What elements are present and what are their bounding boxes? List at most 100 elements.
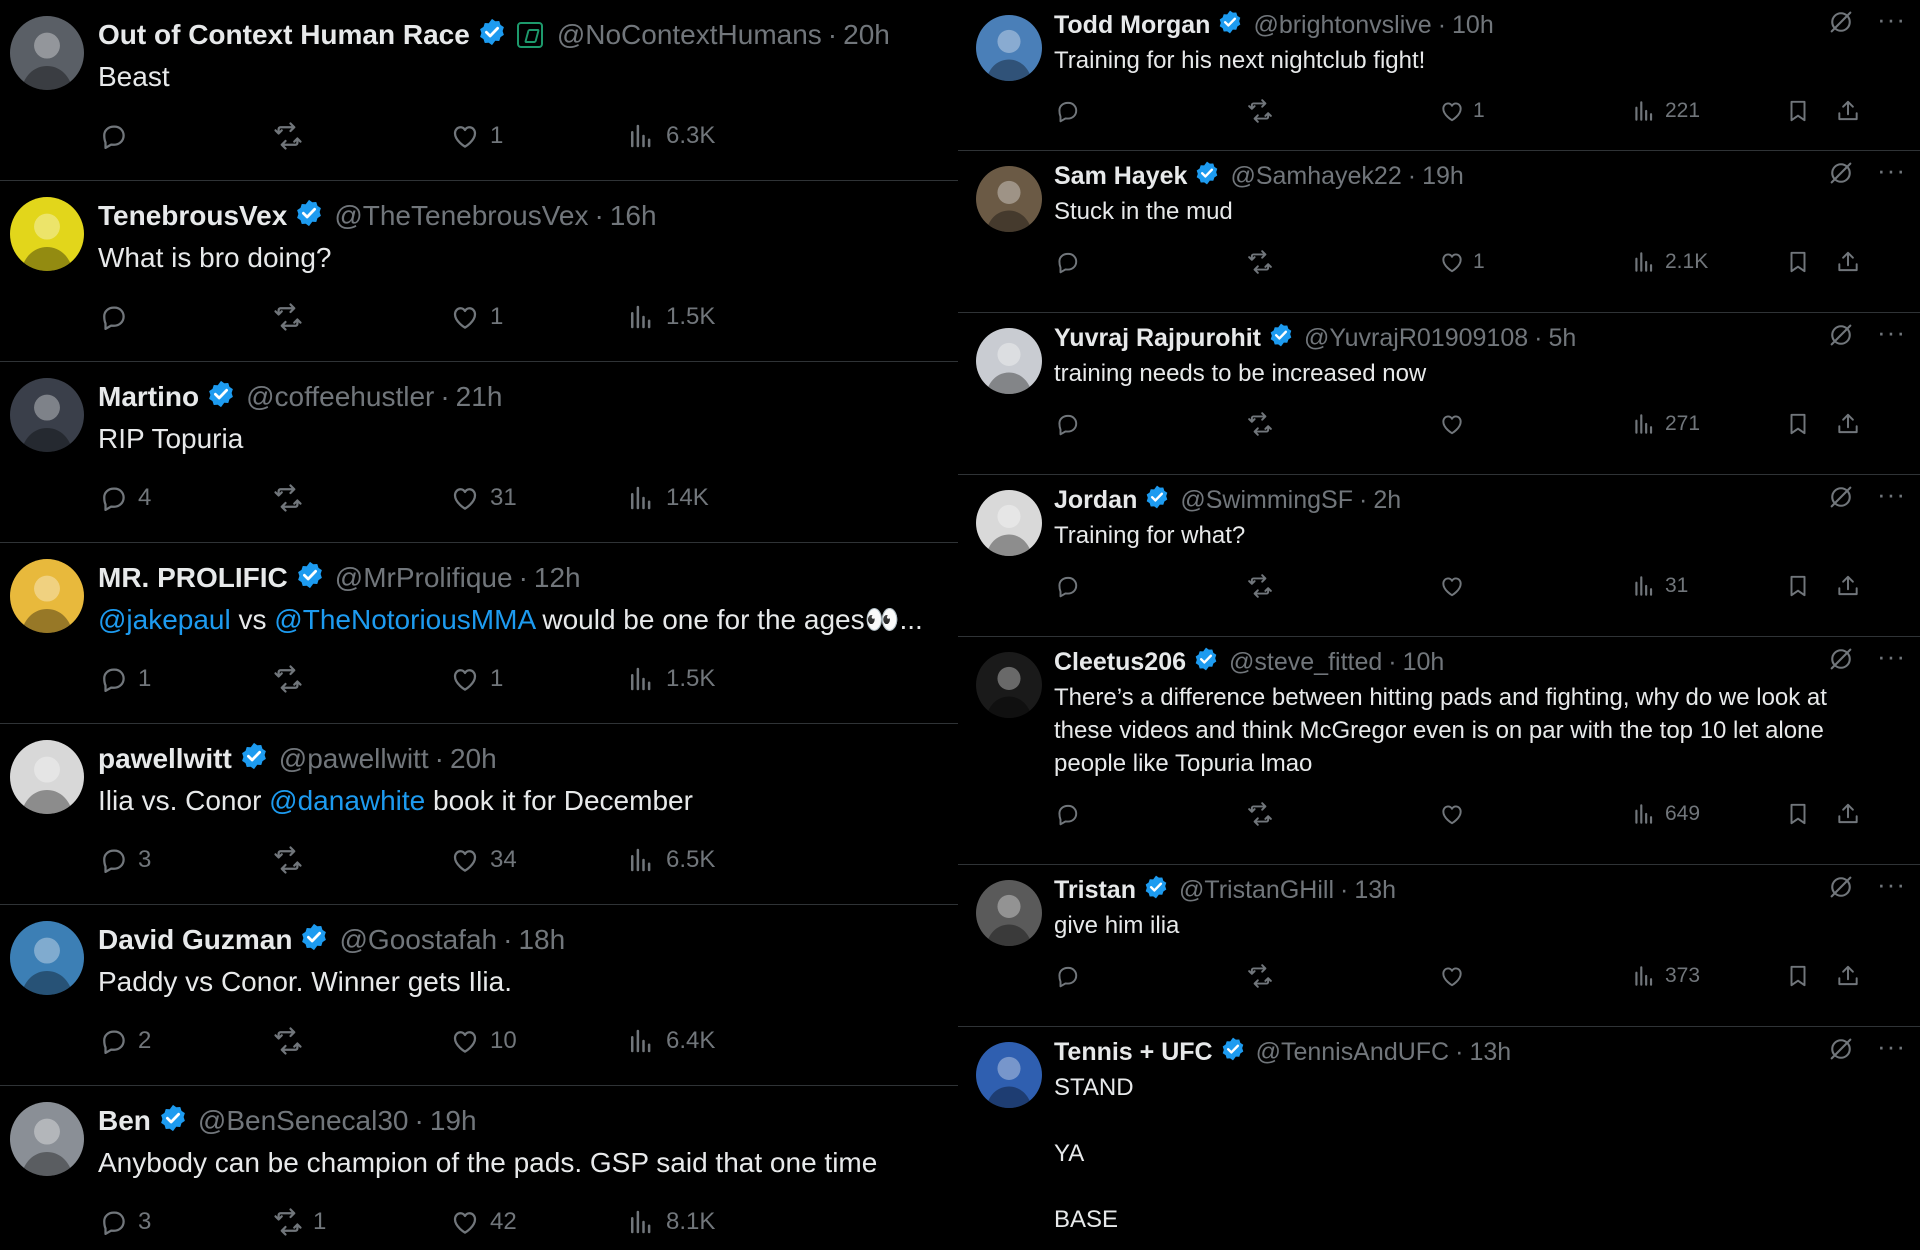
more-options-icon[interactable]: ···: [1877, 319, 1906, 345]
repost-button[interactable]: [273, 1021, 313, 1061]
tweet[interactable]: Martino @coffeehustler · 21h RIP Topuria 4 31 1…: [0, 362, 958, 543]
repost-button[interactable]: [273, 116, 313, 156]
avatar[interactable]: [976, 490, 1042, 556]
more-options-icon[interactable]: ···: [1877, 6, 1906, 32]
like-button[interactable]: 42: [450, 1202, 517, 1242]
author-name[interactable]: pawellwitt: [98, 743, 232, 775]
avatar[interactable]: [10, 197, 84, 271]
views-button[interactable]: 6.4K: [626, 1021, 715, 1061]
reply-button[interactable]: 4: [98, 478, 151, 518]
reply-button[interactable]: [1054, 94, 1088, 128]
bookmark-button[interactable]: [1785, 245, 1819, 279]
author-name[interactable]: Tennis + UFC: [1054, 1038, 1213, 1067]
avatar[interactable]: [976, 15, 1042, 81]
avatar[interactable]: [976, 880, 1042, 946]
repost-button[interactable]: [273, 840, 313, 880]
reply-button[interactable]: 1: [98, 659, 151, 699]
share-button[interactable]: [1835, 94, 1869, 128]
tweet[interactable]: TenebrousVex @TheTenebrousVex · 16h What is …: [0, 181, 958, 362]
avatar[interactable]: [976, 1042, 1042, 1108]
repost-button[interactable]: [1247, 797, 1281, 831]
post-time[interactable]: 20h: [843, 19, 890, 51]
mention-link[interactable]: @danawhite: [269, 785, 425, 816]
author-name[interactable]: Ben: [98, 1105, 151, 1137]
views-button[interactable]: 6.5K: [626, 840, 715, 880]
author-name[interactable]: Yuvraj Rajpurohit: [1054, 324, 1261, 353]
tweet[interactable]: Yuvraj Rajpurohit @YuvrajR01909108 · 5h ··· t…: [958, 313, 1920, 475]
post-time[interactable]: 20h: [450, 743, 497, 775]
post-time[interactable]: 19h: [430, 1105, 477, 1137]
reply-button[interactable]: 2: [98, 1021, 151, 1061]
reply-button[interactable]: [98, 116, 138, 156]
views-button[interactable]: 271: [1631, 407, 1700, 441]
post-time[interactable]: 5h: [1548, 324, 1576, 353]
author-handle[interactable]: @steve_fitted: [1229, 648, 1382, 677]
author-handle[interactable]: @YuvrajR01909108: [1304, 324, 1528, 353]
like-button[interactable]: [1439, 407, 1473, 441]
more-options-icon[interactable]: ···: [1877, 1033, 1906, 1059]
reply-button[interactable]: 3: [98, 1202, 151, 1242]
views-button[interactable]: 6.3K: [626, 116, 715, 156]
author-name[interactable]: Tristan: [1054, 876, 1136, 905]
share-button[interactable]: [1835, 569, 1869, 603]
repost-button[interactable]: [273, 659, 313, 699]
like-button[interactable]: [1439, 569, 1473, 603]
grok-button[interactable]: [1827, 873, 1855, 906]
author-name[interactable]: Out of Context Human Race: [98, 19, 470, 51]
post-time[interactable]: 13h: [1469, 1038, 1511, 1067]
repost-button[interactable]: [1247, 94, 1281, 128]
author-handle[interactable]: @BenSenecal30: [198, 1105, 409, 1137]
like-button[interactable]: 1: [450, 659, 503, 699]
avatar[interactable]: [10, 1102, 84, 1176]
reply-button[interactable]: [1054, 245, 1088, 279]
post-time[interactable]: 13h: [1354, 876, 1396, 905]
bookmark-button[interactable]: [1785, 959, 1819, 993]
post-time[interactable]: 12h: [534, 562, 581, 594]
avatar[interactable]: [10, 16, 84, 90]
reply-button[interactable]: 3: [98, 840, 151, 880]
post-time[interactable]: 21h: [456, 381, 503, 413]
grok-button[interactable]: [1827, 483, 1855, 516]
bookmark-button[interactable]: [1785, 797, 1819, 831]
bookmark-button[interactable]: [1785, 407, 1819, 441]
grok-button[interactable]: [1827, 321, 1855, 354]
author-handle[interactable]: @Goostafah: [339, 924, 497, 956]
like-button[interactable]: 1: [1439, 94, 1485, 128]
like-button[interactable]: [1439, 959, 1473, 993]
post-time[interactable]: 10h: [1452, 11, 1494, 40]
post-time[interactable]: 10h: [1403, 648, 1445, 677]
repost-button[interactable]: [273, 478, 313, 518]
author-name[interactable]: Cleetus206: [1054, 648, 1186, 677]
tweet[interactable]: Jordan @SwimmingSF · 2h ··· Training for what…: [958, 475, 1920, 637]
grok-button[interactable]: [1827, 8, 1855, 41]
tweet[interactable]: Todd Morgan @brightonvslive · 10h ··· Trainin…: [958, 0, 1920, 151]
author-name[interactable]: David Guzman: [98, 924, 292, 956]
like-button[interactable]: 1: [450, 116, 503, 156]
like-button[interactable]: 1: [450, 297, 503, 337]
author-name[interactable]: Jordan: [1054, 486, 1137, 515]
post-time[interactable]: 19h: [1422, 162, 1464, 191]
tweet[interactable]: Tennis + UFC @TennisAndUFC · 13h ··· STAND YA…: [958, 1027, 1920, 1250]
avatar[interactable]: [976, 328, 1042, 394]
reply-button[interactable]: [98, 297, 138, 337]
author-handle[interactable]: @brightonvslive: [1253, 11, 1431, 40]
like-button[interactable]: 34: [450, 840, 517, 880]
tweet[interactable]: Sam Hayek @Samhayek22 · 19h ··· Stuck in the …: [958, 151, 1920, 313]
tweet[interactable]: Ben @BenSenecal30 · 19h Anybody can be champ…: [0, 1086, 958, 1250]
author-handle[interactable]: @MrProlifique: [335, 562, 513, 594]
author-handle[interactable]: @Samhayek22: [1230, 162, 1401, 191]
bookmark-button[interactable]: [1785, 569, 1819, 603]
views-button[interactable]: 1.5K: [626, 297, 715, 337]
share-button[interactable]: [1835, 245, 1869, 279]
avatar[interactable]: [10, 740, 84, 814]
post-time[interactable]: 2h: [1373, 486, 1401, 515]
author-name[interactable]: MR. PROLIFIC: [98, 562, 288, 594]
author-name[interactable]: Todd Morgan: [1054, 11, 1210, 40]
repost-button[interactable]: [1247, 245, 1281, 279]
avatar[interactable]: [976, 166, 1042, 232]
repost-button[interactable]: [1247, 569, 1281, 603]
reply-button[interactable]: [1054, 797, 1088, 831]
grok-button[interactable]: [1827, 1035, 1855, 1068]
share-button[interactable]: [1835, 959, 1869, 993]
views-button[interactable]: 221: [1631, 94, 1700, 128]
